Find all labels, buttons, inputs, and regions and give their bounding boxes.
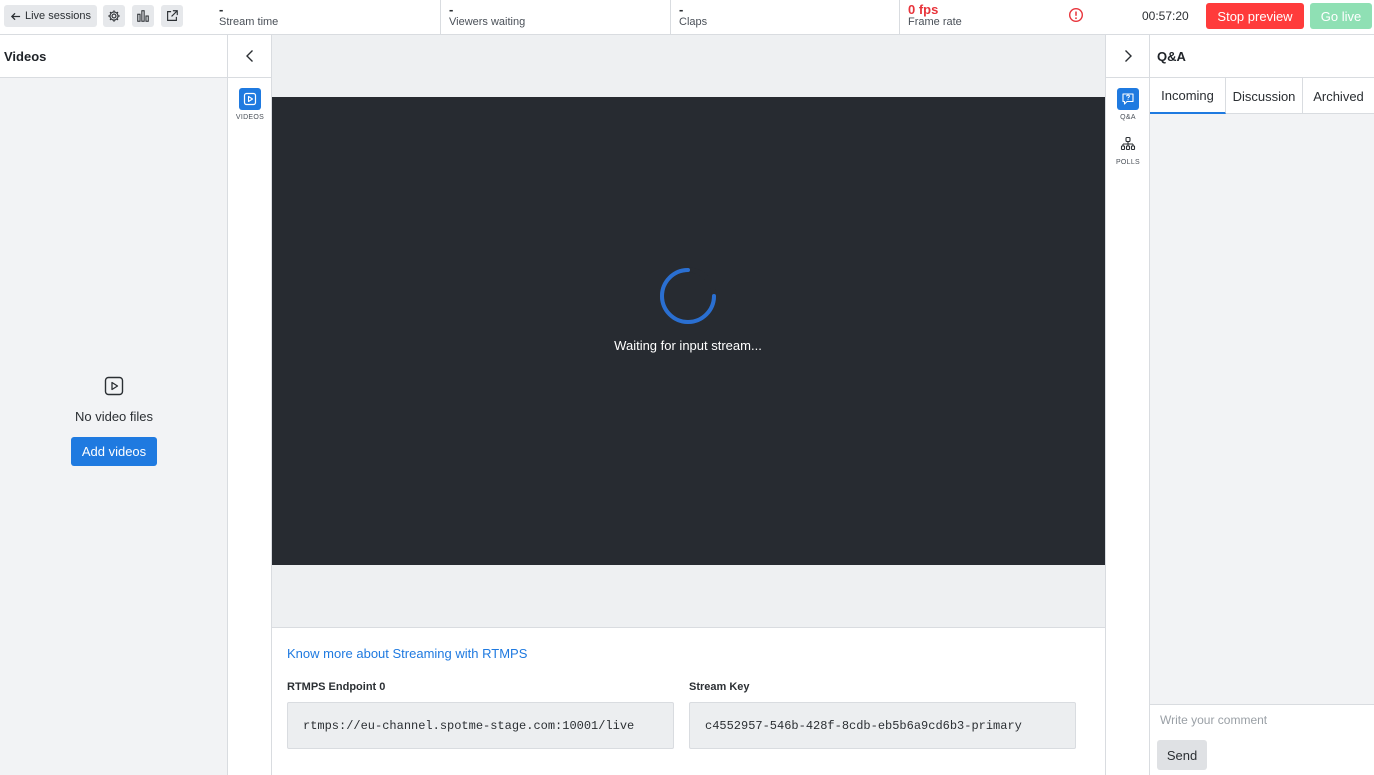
rail-polls-icon-wrap: [1117, 133, 1139, 155]
stream-key-field[interactable]: c4552957-546b-428f-8cdb-eb5b6a9cd6b3-pri…: [689, 702, 1076, 749]
qa-icon: [1122, 93, 1134, 105]
chevron-left-icon: [245, 50, 253, 62]
tab-incoming[interactable]: Incoming: [1150, 78, 1226, 114]
rtmps-settings-panel: Know more about Streaming with RTMPS RTM…: [272, 627, 1105, 775]
rail-item-polls[interactable]: POLLS: [1106, 121, 1150, 166]
loading-spinner-icon: [660, 267, 717, 324]
stop-preview-button[interactable]: Stop preview: [1206, 3, 1304, 29]
rail-item-label: Q&A: [1120, 114, 1136, 121]
left-rail: VIDEOS: [228, 35, 272, 775]
collapse-left-panel-button[interactable]: [228, 35, 271, 78]
stat-label: Stream time: [219, 16, 279, 28]
video-file-icon: [104, 376, 124, 396]
rtmps-help-link[interactable]: Know more about Streaming with RTMPS: [287, 646, 527, 661]
rail-item-qa[interactable]: Q&A: [1106, 78, 1150, 121]
rail-item-videos[interactable]: VIDEOS: [228, 78, 272, 121]
arrow-left-icon: [10, 12, 21, 20]
stat-frame-rate: 0 fps Frame rate: [899, 0, 1059, 35]
back-label: Live sessions: [25, 10, 92, 22]
session-clock: 00:57:20: [1142, 9, 1189, 23]
videos-empty-state: No video files Add videos: [0, 375, 228, 466]
rail-item-label: VIDEOS: [235, 114, 265, 121]
settings-button[interactable]: [103, 5, 125, 27]
open-external-button[interactable]: [161, 5, 183, 27]
videos-panel: Videos No video files Add videos: [0, 35, 228, 775]
qa-tabs: Incoming Discussion Archived: [1150, 78, 1374, 114]
right-rail: Q&A POLLS: [1105, 35, 1150, 775]
stat-label: Claps: [679, 16, 708, 28]
rtmps-endpoint-label: RTMPS Endpoint 0: [287, 681, 386, 693]
chevron-right-icon: [1124, 50, 1132, 62]
gear-icon: [108, 10, 120, 22]
stat-value: 0 fps: [908, 2, 939, 17]
alert-circle-icon[interactable]: [1068, 7, 1084, 23]
stat-value: -: [679, 2, 684, 17]
video-file-icon: [243, 92, 257, 106]
tab-archived[interactable]: Archived: [1303, 78, 1374, 114]
stat-value: -: [219, 2, 224, 17]
stream-preview-area: Waiting for input stream... Know more ab…: [272, 35, 1105, 775]
analytics-button[interactable]: [132, 5, 154, 27]
comment-composer: Send: [1150, 704, 1374, 775]
bar-chart-icon: [137, 10, 149, 22]
empty-state-text: No video files: [74, 409, 154, 424]
collapse-right-panel-button[interactable]: [1106, 35, 1149, 78]
add-videos-button[interactable]: Add videos: [71, 437, 157, 466]
qa-panel-title: Q&A: [1150, 35, 1374, 78]
top-bar: Live sessions - Stream time - Viewers wa…: [0, 0, 1374, 35]
waiting-message: Waiting for input stream...: [614, 338, 762, 353]
videos-panel-title: Videos: [0, 35, 227, 78]
stat-viewers-waiting: - Viewers waiting: [440, 0, 670, 35]
stat-label: Frame rate: [908, 16, 962, 28]
send-button[interactable]: Send: [1157, 740, 1207, 770]
tab-discussion[interactable]: Discussion: [1226, 78, 1303, 114]
stat-claps: - Claps: [670, 0, 899, 35]
stat-stream-time: - Stream time: [211, 0, 440, 35]
rail-qa-badge: [1117, 88, 1139, 110]
stream-key-label: Stream Key: [689, 681, 750, 693]
rail-videos-badge: [239, 88, 261, 110]
polls-icon: [1120, 136, 1136, 151]
stat-label: Viewers waiting: [449, 16, 526, 28]
qa-panel: Q&A Incoming Discussion Archived Send: [1150, 35, 1374, 775]
go-live-button[interactable]: Go live: [1310, 3, 1372, 29]
video-player: Waiting for input stream...: [272, 97, 1105, 565]
comment-input[interactable]: [1150, 705, 1374, 735]
rail-item-label: POLLS: [1115, 159, 1141, 166]
back-to-live-sessions-button[interactable]: Live sessions: [4, 5, 98, 27]
rtmps-endpoint-field[interactable]: rtmps://eu-channel.spotme-stage.com:1000…: [287, 702, 674, 749]
stat-value: -: [449, 2, 454, 17]
external-link-icon: [167, 10, 178, 21]
